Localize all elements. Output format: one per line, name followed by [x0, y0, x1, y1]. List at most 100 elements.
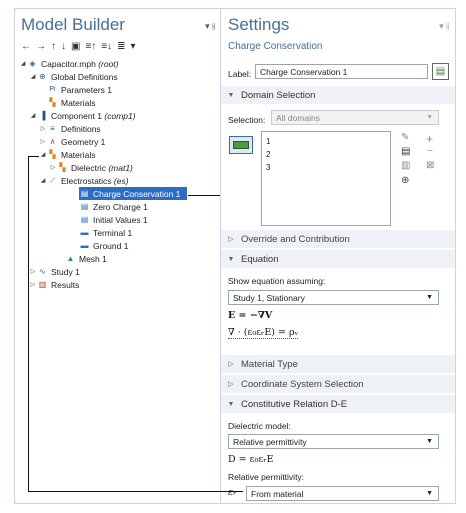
model-builder-panel: Model Builder ▾ ⫲ ← → ↑ ↓ ▣ ≡↑ ≡↓ ≣ ▾ ◢ … [14, 8, 222, 504]
tree-item-dielectric[interactable]: ▷ ▚ Dielectric (mat1) [49, 161, 133, 174]
section-constitutive-relation[interactable]: ▼ Constitutive Relation D-E [221, 395, 455, 413]
tree-item-terminal[interactable]: ▬ Terminal 1 [79, 226, 133, 239]
component-icon: ▐ [39, 110, 46, 120]
section-domain-selection[interactable]: ▼ Domain Selection [221, 86, 455, 104]
model-builder-toolbar: ← → ↑ ↓ ▣ ≡↑ ≡↓ ≣ ▾ [21, 39, 136, 53]
chevron-down-icon: ▼ [426, 114, 433, 121]
tree-toggle-icon[interactable]: ▷ [49, 164, 57, 171]
section-equation[interactable]: ▼ Equation [221, 250, 455, 268]
tree-item-label: Study 1 [51, 266, 80, 277]
zoom-icon[interactable]: ⊕ [401, 175, 409, 186]
tree-toggle-icon[interactable]: ◢ [29, 73, 37, 80]
expand-icon[interactable]: ≡↓ [101, 41, 112, 52]
tree-item-label: Materials [61, 97, 96, 108]
equation-electric-field: E = −∇V [228, 310, 273, 321]
section-header-label: Material Type [241, 358, 298, 370]
callout-line [28, 491, 243, 492]
selection-caption: Selection: [228, 115, 266, 125]
tree-toggle-icon[interactable]: ▷ [29, 268, 37, 275]
study-dropdown[interactable]: Study 1, Stationary ▼ [228, 290, 439, 305]
study-value: Study 1, Stationary [233, 292, 305, 303]
collapse-icon[interactable]: ≡↑ [85, 41, 96, 52]
tree-item-charge-conservation[interactable]: ▤ Charge Conservation 1 [79, 187, 187, 200]
paste-icon[interactable]: ▥ [401, 160, 410, 171]
relative-permittivity-caption: Relative permittivity: [228, 472, 305, 482]
chevron-right-icon: ▷ [228, 236, 234, 243]
definitions-icon: ≡ [50, 123, 55, 133]
chevron-down-icon[interactable]: ▾ [131, 41, 136, 52]
tree-item-label: Parameters 1 [61, 84, 113, 95]
dielectric-model-value: Relative permittivity [233, 436, 307, 447]
tree-item-initial-values[interactable]: ▤ Initial Values 1 [79, 213, 148, 226]
tree-toggle-icon[interactable]: ◢ [39, 177, 47, 184]
dielectric-model-dropdown[interactable]: Relative permittivity ▼ [228, 434, 439, 449]
label-input[interactable]: Charge Conservation 1 [255, 64, 428, 79]
show-icon[interactable]: ▣ [71, 41, 80, 52]
tree-item-tag: (mat1) [108, 162, 133, 173]
tree-toggle-icon[interactable]: ◢ [29, 112, 37, 119]
tree-toggle-icon[interactable]: ◢ [39, 151, 47, 158]
section-material-type[interactable]: ▷ Material Type [221, 355, 455, 373]
tree-item-label: Terminal 1 [93, 227, 133, 238]
list-item[interactable]: 1 [266, 137, 270, 146]
tree-toggle-icon[interactable]: ▷ [29, 281, 37, 288]
tree-item-root[interactable]: ◢ ◈ Capacitor.mph (root) [19, 57, 119, 70]
tree-toggle-icon[interactable]: ▷ [39, 125, 47, 132]
list-item[interactable]: 3 [266, 163, 270, 172]
list-item[interactable]: 2 [266, 150, 270, 159]
tree-item-global-materials[interactable]: ▚ Materials [47, 96, 95, 109]
selection-list[interactable]: 1 2 3 [261, 131, 391, 226]
tree-item-ground[interactable]: ▬ Ground 1 [79, 239, 129, 252]
tree-item-results[interactable]: ▷ ▥ Results [29, 278, 80, 291]
label-caption: Label: [228, 69, 252, 79]
forward-arrow-icon[interactable]: → [36, 41, 46, 52]
add-icon[interactable]: + [426, 132, 433, 146]
chevron-down-icon: ▼ [227, 400, 235, 408]
back-arrow-icon[interactable]: ← [21, 41, 31, 52]
reset-label-button[interactable]: ▤ [432, 63, 449, 80]
chevron-down-icon: ▼ [426, 294, 433, 301]
tree-item-definitions[interactable]: ▷ ≡ Definitions [39, 122, 101, 135]
relative-permittivity-dropdown[interactable]: From material ▼ [246, 486, 439, 501]
tree-item-parameters[interactable]: Pi Parameters 1 [47, 83, 112, 96]
equation-gauss-law: ∇ · (ε₀εᵣE) = ρᵥ [228, 327, 299, 339]
tree-item-label: Dielectric [71, 162, 106, 173]
tree-toggle-icon[interactable]: ◢ [19, 60, 27, 67]
boundary-icon: ▬ [80, 227, 89, 237]
selection-dropdown[interactable]: All domains ▼ [271, 110, 439, 125]
clear-icon[interactable]: ⊠ [426, 160, 434, 171]
callout-line [28, 156, 39, 157]
results-icon: ▥ [38, 279, 47, 289]
move-down-icon[interactable]: ↓ [61, 41, 66, 52]
section-header-label: Constitutive Relation D-E [241, 398, 348, 410]
root-model-icon: ◈ [29, 58, 36, 68]
tree-item-zero-charge[interactable]: ▤ Zero Charge 1 [79, 200, 148, 213]
chevron-down-icon: ▼ [227, 255, 235, 263]
move-up-icon[interactable]: ↑ [51, 41, 56, 52]
panel-menu-icon[interactable]: ▾ ⫲ [439, 21, 449, 32]
section-header-label: Coordinate System Selection [241, 378, 364, 390]
section-header-label: Override and Contribution [241, 233, 350, 245]
paint-icon[interactable]: ✎ [401, 132, 409, 143]
active-toggle-button[interactable] [229, 136, 253, 154]
parameters-icon: Pi [49, 85, 56, 93]
settings-panel: Settings ▾ ⫲ Charge Conservation Label: … [220, 8, 456, 504]
tree-item-study[interactable]: ▷ ∿ Study 1 [29, 265, 80, 278]
model-builder-title: Model Builder [21, 15, 125, 34]
section-coordinate-system[interactable]: ▷ Coordinate System Selection [221, 375, 455, 393]
tree-item-component[interactable]: ◢ ▐ Component 1 (comp1) [29, 109, 136, 122]
tree-item-global-definitions[interactable]: ◢ ⊕ Global Definitions [29, 70, 118, 83]
list-icon[interactable]: ≣ [117, 41, 125, 52]
tree-item-label: Mesh 1 [79, 253, 107, 264]
tree-item-materials[interactable]: ◢ ▚ Materials [39, 148, 96, 161]
remove-icon[interactable]: − [427, 146, 433, 157]
panel-menu-icon[interactable]: ▾ ⫲ [205, 21, 215, 32]
toggle-icon [233, 141, 249, 149]
tree-item-electrostatics[interactable]: ◢ ⟋ Electrostatics (es) [39, 174, 129, 187]
chevron-down-icon: ▼ [227, 91, 235, 99]
section-override-contribution[interactable]: ▷ Override and Contribution [221, 230, 455, 248]
tree-item-mesh[interactable]: ▲ Mesh 1 [65, 252, 107, 265]
tree-item-geometry[interactable]: ▷ ∧ Geometry 1 [39, 135, 106, 148]
copy-icon[interactable]: ▤ [401, 146, 410, 157]
tree-toggle-icon[interactable]: ▷ [39, 138, 47, 145]
